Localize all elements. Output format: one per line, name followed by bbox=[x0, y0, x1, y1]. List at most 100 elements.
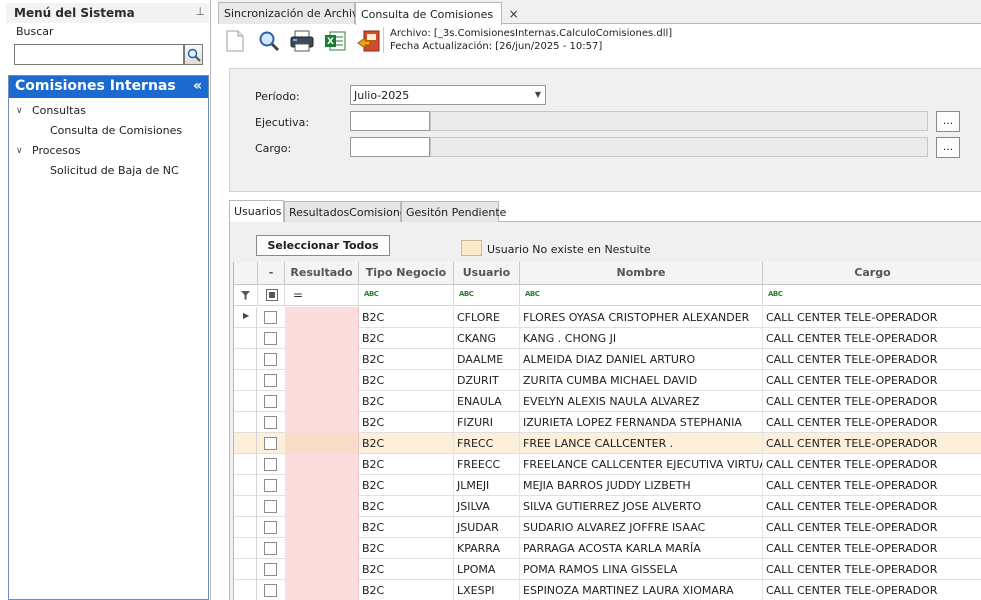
new-document-button[interactable] bbox=[222, 28, 248, 54]
tree-node-consulta-de-comisiones[interactable]: Consulta de Comisiones bbox=[50, 124, 182, 137]
abc-filter-icon: ABC bbox=[459, 290, 474, 298]
column-header-nombre[interactable]: Nombre bbox=[520, 262, 763, 285]
table-row[interactable]: B2C CKANG KANG . CHONG JI CALL CENTER TELE-… bbox=[234, 328, 981, 349]
search-toolbar-button[interactable] bbox=[256, 28, 282, 54]
table-row[interactable]: B2C DAALME ALMEIDA DIAZ DANIEL ARTURO CALL … bbox=[234, 349, 981, 370]
table-row[interactable]: ▶ B2C CFLORE FLORES OYASA CRISTOPHER ALEXAN… bbox=[234, 307, 981, 328]
periodo-label: Período: bbox=[255, 90, 300, 103]
cargo-cell: CALL CENTER TELE-OPERADOR bbox=[763, 328, 981, 349]
tab-resultados-comisiones[interactable]: ResultadosComisiones bbox=[284, 201, 412, 222]
table-row[interactable]: B2C LPOMA POMA RAMOS LINA GISSELA CALL CENT… bbox=[234, 559, 981, 580]
column-header-check[interactable]: - bbox=[258, 262, 285, 285]
periodo-dropdown[interactable]: Julio-2025 ▼ bbox=[350, 85, 546, 105]
row-indicator[interactable] bbox=[234, 538, 257, 559]
row-checkbox[interactable] bbox=[264, 395, 277, 408]
row-checkbox[interactable] bbox=[264, 500, 277, 513]
row-checkbox[interactable] bbox=[264, 311, 277, 324]
row-checkbox[interactable] bbox=[264, 353, 277, 366]
filter-resultado-cell[interactable]: = bbox=[285, 285, 359, 306]
table-row[interactable]: B2C FREECC FREELANCE CALLCENTER EJECUTIVA … bbox=[234, 454, 981, 475]
usuario-cell: CKANG bbox=[454, 328, 520, 349]
tab-consulta-comisiones[interactable]: Consulta de Comisiones × bbox=[355, 2, 519, 25]
chevron-down-icon[interactable]: ∨ bbox=[16, 106, 23, 116]
nav-group-header[interactable]: Comisiones Internas « bbox=[9, 76, 208, 98]
row-indicator[interactable] bbox=[234, 496, 257, 517]
row-checkbox[interactable] bbox=[264, 416, 277, 429]
pin-icon[interactable]: ⊥ bbox=[195, 5, 205, 18]
row-checkbox[interactable] bbox=[264, 542, 277, 555]
table-row[interactable]: B2C FIZURI IZURIETA LOPEZ FERNANDA STEPHAN… bbox=[234, 412, 981, 433]
chevron-down-icon[interactable]: ∨ bbox=[16, 146, 23, 156]
row-indicator[interactable] bbox=[234, 370, 257, 391]
filter-usuario-cell[interactable]: ABC bbox=[454, 285, 520, 306]
row-checkbox[interactable] bbox=[264, 521, 277, 534]
table-row[interactable]: B2C JSILVA SILVA GUTIERREZ JOSE ALVERTO CAL… bbox=[234, 496, 981, 517]
ejecutiva-browse-button[interactable]: ... bbox=[936, 111, 960, 132]
filter-cargo-cell[interactable]: ABC bbox=[763, 285, 981, 306]
tab-usuarios[interactable]: Usuarios bbox=[229, 200, 284, 222]
row-checkbox[interactable] bbox=[264, 584, 277, 597]
cargo-browse-button[interactable]: ... bbox=[936, 137, 960, 158]
row-indicator[interactable] bbox=[234, 349, 257, 370]
print-button[interactable] bbox=[289, 28, 315, 54]
table-row[interactable]: B2C JLMEJI MEJIA BARROS JUDDY LIZBETH CALL … bbox=[234, 475, 981, 496]
filter-tipo-cell[interactable]: ABC bbox=[359, 285, 454, 306]
row-checkbox[interactable] bbox=[264, 332, 277, 345]
table-row[interactable]: B2C LXESPI ESPINOZA MARTINEZ LAURA XIOMARA… bbox=[234, 580, 981, 600]
row-indicator[interactable] bbox=[234, 559, 257, 580]
exit-button[interactable] bbox=[356, 28, 382, 54]
row-indicator[interactable] bbox=[234, 475, 257, 496]
row-indicator[interactable] bbox=[234, 328, 257, 349]
filter-check-cell[interactable] bbox=[258, 285, 285, 306]
checkbox-indeterminate-icon[interactable] bbox=[266, 289, 278, 301]
cargo-cell: CALL CENTER TELE-OPERADOR bbox=[763, 580, 981, 600]
select-all-button[interactable]: Seleccionar Todos bbox=[256, 235, 390, 256]
ejecutiva-code-input[interactable] bbox=[350, 111, 430, 131]
row-indicator[interactable] bbox=[234, 391, 257, 412]
cargo-cell: CALL CENTER TELE-OPERADOR bbox=[763, 412, 981, 433]
search-button[interactable] bbox=[184, 44, 203, 65]
table-row[interactable]: B2C ENAULA EVELYN ALEXIS NAULA ALVAREZ CALL… bbox=[234, 391, 981, 412]
column-header-usuario[interactable]: Usuario bbox=[454, 262, 520, 285]
cargo-cell: CALL CENTER TELE-OPERADOR bbox=[763, 433, 981, 454]
row-indicator[interactable] bbox=[234, 412, 257, 433]
row-indicator[interactable] bbox=[234, 517, 257, 538]
row-indicator[interactable] bbox=[234, 580, 257, 600]
table-row[interactable]: B2C FRECC FREE LANCE CALLCENTER . CALL CENT… bbox=[234, 433, 981, 454]
collapse-icon[interactable]: « bbox=[193, 78, 202, 94]
tree-node-procesos[interactable]: Procesos bbox=[32, 144, 80, 157]
usuario-cell: JSILVA bbox=[454, 496, 520, 517]
filter-nombre-cell[interactable]: ABC bbox=[520, 285, 763, 306]
row-checkbox[interactable] bbox=[264, 437, 277, 450]
nombre-cell: FREE LANCE CALLCENTER . bbox=[520, 433, 763, 454]
tab-gestion-pendiente[interactable]: Gesitón Pendiente bbox=[401, 201, 506, 222]
nombre-cell: PARRAGA ACOSTA KARLA MARÍA bbox=[520, 538, 763, 559]
tipo-negocio-cell: B2C bbox=[359, 370, 454, 391]
tree-node-solicitud-baja-nc[interactable]: Solicitud de Baja de NC bbox=[50, 164, 179, 177]
tipo-negocio-cell: B2C bbox=[359, 328, 454, 349]
nombre-cell: SILVA GUTIERREZ JOSE ALVERTO bbox=[520, 496, 763, 517]
row-indicator[interactable] bbox=[234, 454, 257, 475]
close-icon[interactable]: × bbox=[509, 7, 519, 21]
column-header-resultado[interactable]: Resultado bbox=[285, 262, 359, 285]
row-indicator[interactable]: ▶ bbox=[234, 307, 257, 328]
row-checkbox[interactable] bbox=[264, 563, 277, 576]
row-indicator[interactable] bbox=[234, 433, 257, 454]
column-header-tipo-negocio[interactable]: Tipo Negocio bbox=[359, 262, 454, 285]
row-checkbox[interactable] bbox=[264, 479, 277, 492]
search-input[interactable] bbox=[14, 44, 184, 65]
table-row[interactable]: B2C JSUDAR SUDARIO ALVAREZ JOFFRE ISAAC CAL… bbox=[234, 517, 981, 538]
cargo-cell: CALL CENTER TELE-OPERADOR bbox=[763, 475, 981, 496]
row-checkbox[interactable] bbox=[264, 374, 277, 387]
table-row[interactable]: B2C DZURIT ZURITA CUMBA MICHAEL DAVID CALL … bbox=[234, 370, 981, 391]
excel-export-button[interactable]: X bbox=[322, 28, 348, 54]
cargo-code-input[interactable] bbox=[350, 137, 430, 157]
resultado-cell bbox=[285, 559, 359, 580]
tab-sincronizacion-archivos[interactable]: Sincronización de Archivos bbox=[218, 2, 371, 24]
file-info: Archivo: [_3s.ComisionesInternas.Calculo… bbox=[383, 27, 672, 53]
row-checkbox[interactable] bbox=[264, 458, 277, 471]
tree-node-consultas[interactable]: Consultas bbox=[32, 104, 86, 117]
table-row[interactable]: B2C KPARRA PARRAGA ACOSTA KARLA MARÍA CALL … bbox=[234, 538, 981, 559]
column-header-cargo[interactable]: Cargo bbox=[763, 262, 981, 285]
dropdown-arrow-icon[interactable]: ▼ bbox=[535, 90, 541, 99]
